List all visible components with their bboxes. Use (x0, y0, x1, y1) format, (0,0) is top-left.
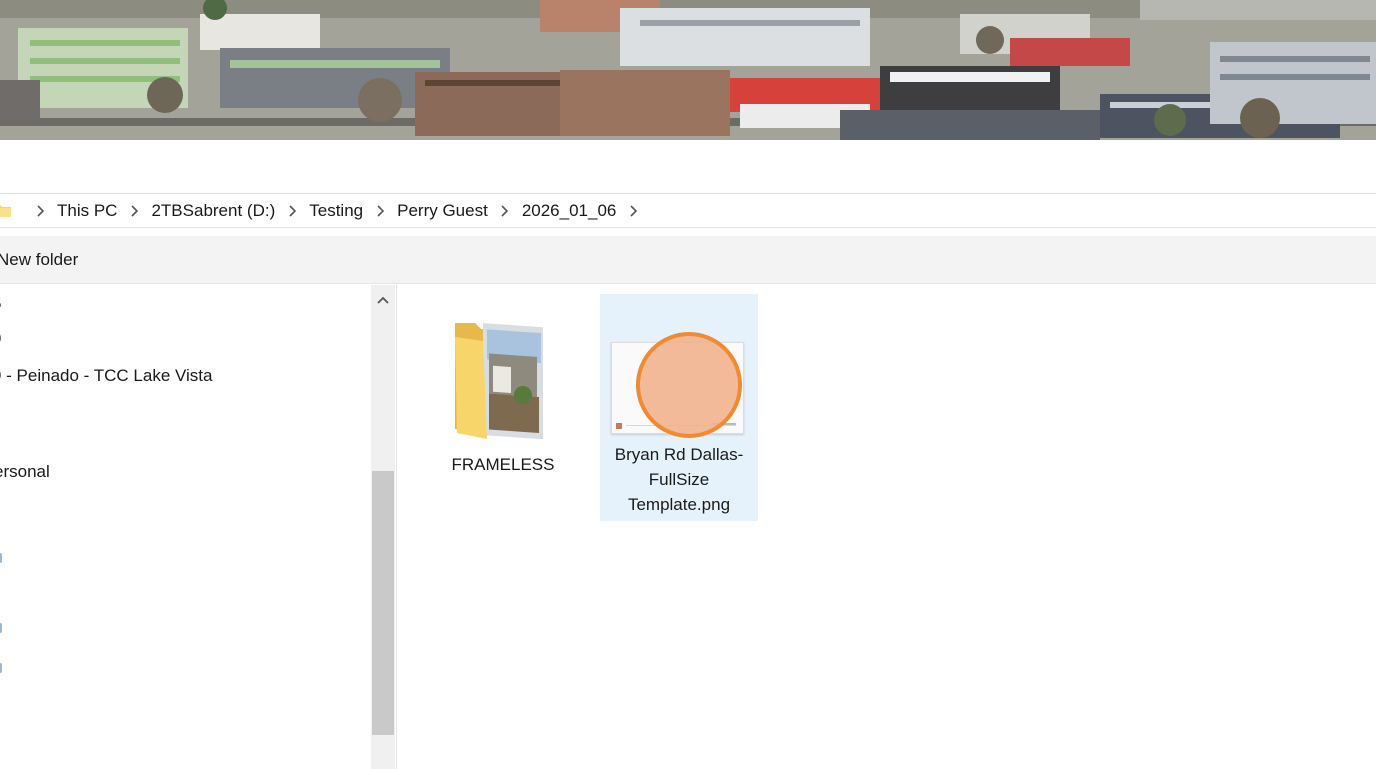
folder-icon (0, 205, 11, 217)
file-item-frameless-folder[interactable]: FRAMELESS (424, 295, 582, 515)
chevron-right-icon[interactable] (32, 203, 48, 219)
nav-scrollbar[interactable] (371, 285, 395, 769)
scrollbar-thumb[interactable] (372, 471, 394, 735)
nav-item[interactable]: 5 (0, 294, 1, 314)
breadcrumb-item-drive[interactable]: 2TBSabrent (D:) (120, 201, 278, 221)
navigation-pane[interactable]: 5 9 9 - Peinado - TCC Lake Vista ersonal (0, 285, 397, 769)
breadcrumb-item-this-pc[interactable]: This PC (26, 201, 120, 221)
breadcrumb-label[interactable]: 2026_01_06 (519, 201, 620, 221)
command-bar: New folder (0, 236, 1376, 284)
file-list[interactable]: FRAMELESS Bryan Rd Dallas- FullSize Temp… (398, 285, 1376, 769)
address-bar[interactable]: This PC 2TBSabrent (D:) Testing Perry Gu… (0, 193, 1376, 228)
aerial-photo-banner (0, 0, 1376, 140)
new-folder-button[interactable]: New folder (0, 250, 78, 270)
folder-with-photo-icon (455, 323, 543, 439)
nav-item[interactable]: 9 (0, 329, 1, 349)
file-name-line[interactable]: Template.png (600, 492, 758, 517)
file-name-line[interactable]: Bryan Rd Dallas- (600, 442, 758, 467)
breadcrumb: This PC 2TBSabrent (D:) Testing Perry Gu… (26, 194, 647, 227)
nav-item[interactable]: ersonal (0, 462, 50, 482)
file-item-template-png[interactable]: Bryan Rd Dallas- FullSize Template.png (600, 294, 758, 521)
chevron-right-icon[interactable] (497, 203, 513, 219)
breadcrumb-label[interactable]: Testing (306, 201, 366, 221)
breadcrumb-item-testing[interactable]: Testing (278, 201, 366, 221)
breadcrumb-item-date-folder[interactable]: 2026_01_06 (491, 201, 648, 221)
chevron-right-icon[interactable] (372, 203, 388, 219)
breadcrumb-label[interactable]: Perry Guest (394, 201, 491, 221)
breadcrumb-label[interactable]: 2TBSabrent (D:) (148, 201, 278, 221)
nav-item-icon (0, 623, 2, 633)
file-name[interactable]: FRAMELESS (424, 452, 582, 477)
chevron-right-icon[interactable] (126, 203, 142, 219)
nav-item[interactable]: 9 - Peinado - TCC Lake Vista (0, 366, 213, 386)
click-highlight-marker (636, 332, 742, 438)
aerial-city-photo (0, 0, 1376, 140)
caret-up-icon[interactable] (371, 287, 395, 313)
file-name-line[interactable]: FullSize (600, 467, 758, 492)
nav-item-icon (0, 663, 2, 673)
nav-item-icon (0, 553, 2, 563)
chevron-right-icon[interactable] (284, 203, 300, 219)
breadcrumb-label[interactable]: This PC (54, 201, 120, 221)
breadcrumb-item-perry-guest[interactable]: Perry Guest (366, 201, 491, 221)
chevron-right-icon[interactable] (625, 203, 641, 219)
